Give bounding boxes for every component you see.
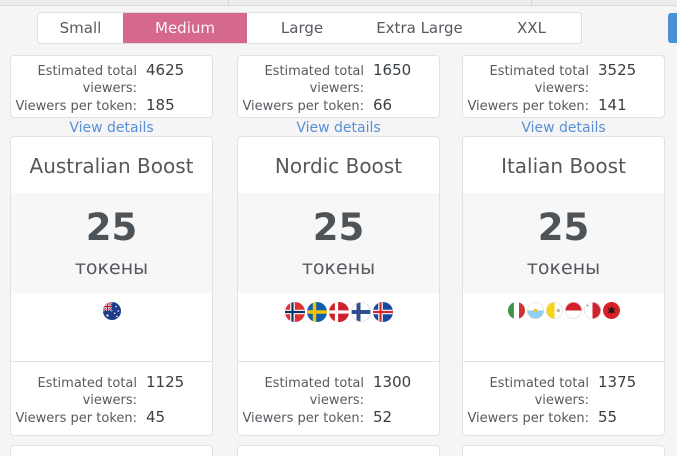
view-details-link[interactable]: View details (69, 120, 153, 136)
price-unit: токены (238, 257, 439, 279)
stat-value: 52 (373, 409, 392, 426)
card-australian-boost: Australian Boost 25 токены (10, 136, 213, 436)
flag-norway-icon (285, 302, 305, 322)
stat-label: Estimated total viewers: (11, 375, 137, 409)
tab-large[interactable]: Large (247, 13, 357, 43)
price-value: 25 (11, 193, 212, 249)
stat-label: Estimated total viewers: (463, 63, 589, 97)
flag-san-marino-icon (527, 302, 544, 319)
flag-vatican-icon (546, 302, 563, 319)
stat-label: Estimated total viewers: (238, 375, 364, 409)
stat-label: Viewers per token: (11, 410, 137, 427)
view-details-link[interactable]: View details (521, 434, 605, 436)
view-details-link[interactable]: View details (521, 120, 605, 136)
card-title: Australian Boost (11, 137, 212, 193)
price-band: 25 токены (463, 193, 664, 293)
stat-label: Viewers per token: (463, 98, 589, 115)
stat-value: 1125 (146, 374, 184, 391)
flag-iceland-icon (373, 302, 393, 322)
clipped-blue-button[interactable] (668, 13, 677, 43)
flag-denmark-icon (329, 302, 349, 322)
price-value: 25 (238, 193, 439, 249)
card-clipped (237, 445, 440, 456)
flag-row (11, 293, 212, 361)
stat-value: 4625 (146, 62, 184, 79)
card-stats: Estimated total viewers: 1125 Viewers per… (11, 361, 212, 436)
stat-value: 1375 (598, 374, 636, 391)
card-gap-divider (228, 0, 229, 5)
stat-value: 45 (146, 409, 165, 426)
stat-value: 55 (598, 409, 617, 426)
scrolled-content-edge (0, 0, 677, 6)
tab-extra-large[interactable]: Extra Large (357, 13, 482, 43)
flag-monaco-icon (565, 302, 582, 319)
stat-label: Viewers per token: (238, 410, 364, 427)
card-title: Italian Boost (463, 137, 664, 193)
stat-value: 1650 (373, 62, 411, 79)
card-gap-divider (531, 0, 532, 5)
card-italian-boost: Italian Boost 25 токены (462, 136, 665, 436)
size-tabbar: Small Medium Large Extra Large XXL (37, 12, 582, 44)
stat-value: 185 (146, 97, 175, 114)
stat-label: Viewers per token: (463, 410, 589, 427)
card-stats: Estimated total viewers: 1300 Viewers per… (238, 361, 439, 436)
card-stats: Estimated total viewers: 1375 Viewers per… (463, 361, 664, 436)
stats-box: Estimated total viewers: 4625 Viewers per… (10, 55, 213, 118)
view-details-link[interactable]: View details (296, 434, 380, 436)
stat-label: Viewers per token: (11, 98, 137, 115)
tab-xxl[interactable]: XXL (482, 13, 581, 43)
card-title: Nordic Boost (238, 137, 439, 193)
stats-box: Estimated total viewers: 1650 Viewers per… (237, 55, 440, 118)
stat-label: Viewers per token: (238, 98, 364, 115)
flag-albania-icon (603, 302, 620, 319)
flag-row (238, 293, 439, 361)
stat-value: 141 (598, 97, 627, 114)
tab-medium[interactable]: Medium (123, 13, 247, 43)
flag-row (463, 293, 664, 361)
view-details-link[interactable]: View details (69, 434, 153, 436)
price-band: 25 токены (238, 193, 439, 293)
next-row-cards (10, 445, 665, 456)
flag-australia-icon (103, 302, 121, 320)
stat-value: 3525 (598, 62, 636, 79)
previous-row-stats: Estimated total viewers: 4625 Viewers per… (10, 55, 665, 118)
stat-value: 66 (373, 97, 392, 114)
card-clipped (10, 445, 213, 456)
flag-malta-icon (584, 302, 601, 319)
price-unit: токены (463, 257, 664, 279)
card-clipped (462, 445, 665, 456)
flag-sweden-icon (307, 302, 327, 322)
stats-box: Estimated total viewers: 3525 Viewers per… (462, 55, 665, 118)
boost-cards-row: Australian Boost 25 токены (10, 136, 665, 436)
boost-packages-page: Small Medium Large Extra Large XXL Estim… (0, 0, 677, 456)
price-unit: токены (11, 257, 212, 279)
view-details-link[interactable]: View details (296, 120, 380, 136)
price-band: 25 токены (11, 193, 212, 293)
stat-label: Estimated total viewers: (238, 63, 364, 97)
tab-small[interactable]: Small (38, 13, 123, 43)
stat-label: Estimated total viewers: (11, 63, 137, 97)
flag-finland-icon (351, 302, 371, 322)
stat-value: 1300 (373, 374, 411, 391)
stat-label: Estimated total viewers: (463, 375, 589, 409)
flag-italy-icon (508, 302, 525, 319)
card-nordic-boost: Nordic Boost 25 токены (237, 136, 440, 436)
price-value: 25 (463, 193, 664, 249)
